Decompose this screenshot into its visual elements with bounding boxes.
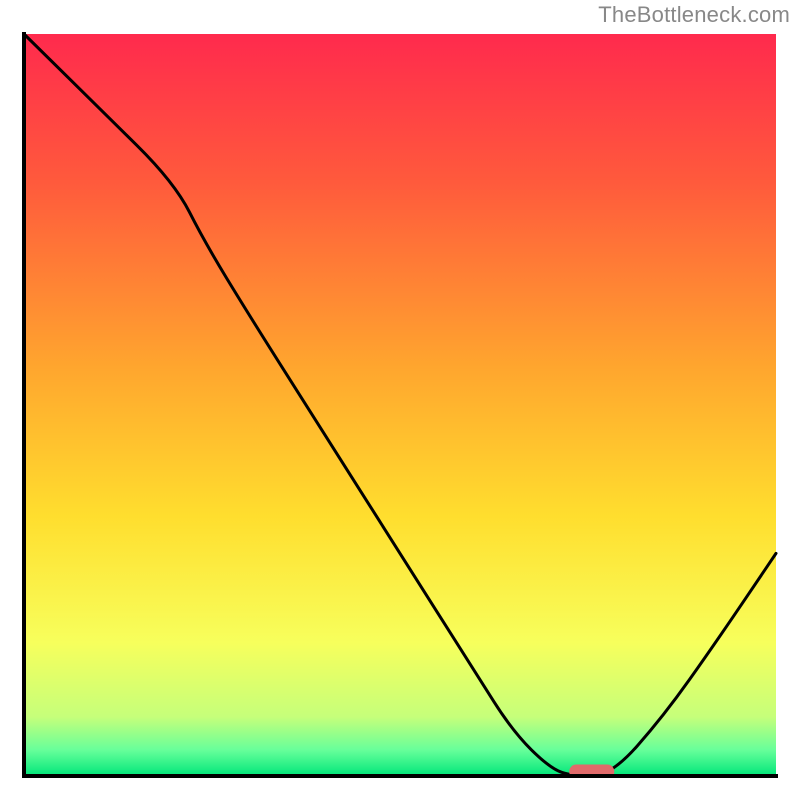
bottleneck-chart <box>22 32 778 778</box>
chart-frame: TheBottleneck.com <box>0 0 800 800</box>
plot-area <box>22 32 778 778</box>
watermark-text: TheBottleneck.com <box>598 2 790 28</box>
